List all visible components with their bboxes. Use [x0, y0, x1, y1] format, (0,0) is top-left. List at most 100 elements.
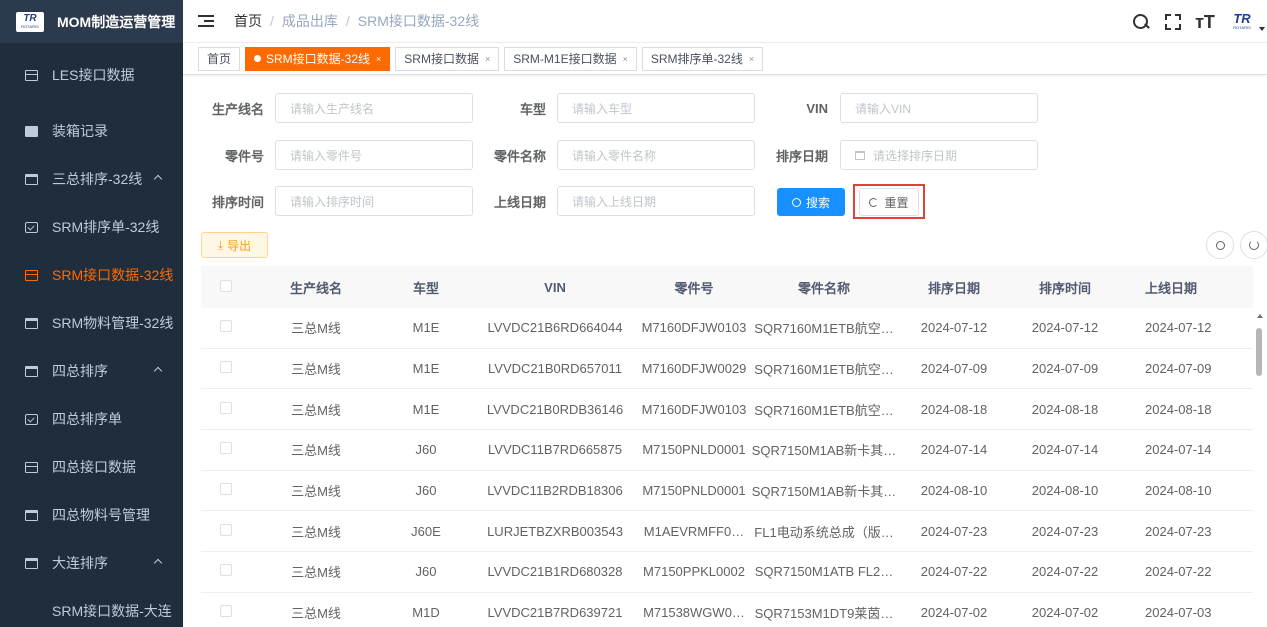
sidebar-item-sizong-material[interactable]: 四总物料号管理	[0, 491, 183, 539]
cell-line: 三总M线	[291, 443, 341, 459]
table-row[interactable]: 三总M线 J60 LVVDC11B2RDB18306 M7150PNLD0001 SQR…	[201, 471, 1253, 512]
scroll-up-icon[interactable]	[1257, 314, 1263, 318]
close-icon[interactable]: ×	[376, 54, 381, 64]
reset-button[interactable]: 重置	[859, 188, 919, 216]
navbar: 首页 / 成品出库 / SRM接口数据-32线 ᴛT TR ROTARIS	[183, 0, 1267, 43]
table-row[interactable]: 三总M线 M1E LVVDC21B0RD657011 M7160DFJW0029 SQR…	[201, 349, 1253, 390]
close-icon[interactable]: ×	[749, 54, 754, 64]
fullscreen-icon[interactable]	[1163, 12, 1183, 32]
col-header-online-date[interactable]: 上线日期	[1121, 278, 1253, 297]
text-size-icon[interactable]: ᴛT	[1195, 12, 1215, 32]
col-header-part-no[interactable]: 零件号	[639, 278, 749, 297]
part-no-input[interactable]: 请输入零件号	[275, 140, 473, 170]
sidebar-item-label: 装箱记录	[52, 123, 108, 139]
cell-online-date: 2024-07-03	[1145, 605, 1212, 621]
sort-time-input[interactable]: 请输入排序时间	[275, 186, 473, 216]
sidebar-item-sizong-interface[interactable]: 四总接口数据	[0, 443, 183, 491]
table-row[interactable]: 三总M线 M1E LVVDC21B6RD664044 M7160DFJW0103 SQR…	[201, 308, 1253, 349]
search-icon[interactable]	[1131, 12, 1151, 32]
sidebar-item-label: 三总排序-32线	[52, 171, 143, 187]
sidebar-item-sizong-sort-order[interactable]: 四总排序单	[0, 395, 183, 443]
row-checkbox[interactable]	[220, 361, 232, 374]
select-all-checkbox[interactable]	[220, 279, 232, 292]
cell-line: 三总M线	[291, 484, 341, 500]
cell-sort-time: 2024-07-09	[1031, 361, 1099, 377]
close-icon[interactable]: ×	[485, 54, 490, 64]
caret-down-icon[interactable]	[1259, 26, 1265, 31]
cell-part-name: SQR7150M1ATB FL2…	[754, 564, 894, 580]
sidebar-item-sanzong-sort[interactable]: 三总排序-32线	[0, 155, 183, 203]
col-header-part-name[interactable]: 零件名称	[749, 278, 899, 297]
line-name-input[interactable]: 请输入生产线名	[275, 93, 473, 123]
row-checkbox[interactable]	[220, 401, 232, 414]
field-part-name: 零件名称 请输入零件名称	[473, 140, 755, 170]
table-row[interactable]: 三总M线 J60 LVVDC21B1RD680328 M7150PPKL0002 SQR…	[201, 552, 1253, 593]
scrollbar-thumb[interactable]	[1256, 328, 1262, 376]
breadcrumb-separator: /	[345, 13, 350, 29]
cell-online-date: 2024-07-23	[1145, 523, 1212, 539]
export-button-label: 导出	[227, 238, 252, 253]
sidebar-item-sizong-sort[interactable]: 四总排序	[0, 347, 183, 395]
sidebar-item-srm-interface-data[interactable]: SRM接口数据-32线	[0, 251, 183, 299]
row-checkbox[interactable]	[220, 523, 232, 536]
sort-date-placeholder: 请选择排序日期	[873, 148, 958, 163]
hamburger-icon[interactable]	[198, 15, 214, 27]
sidebar-item-label: SRM接口数据-大连	[52, 603, 172, 619]
cell-vin: LVVDC21B0RDB36146	[486, 401, 624, 417]
export-button[interactable]: ⤓ 导出	[201, 232, 268, 258]
search-button[interactable]: 搜索	[777, 188, 845, 216]
table-row[interactable]: 三总M线 J60 LVVDC11B7RD665875 M7150PNLD0001 SQR…	[201, 430, 1253, 471]
cell-sort-date: 2024-08-10	[920, 483, 988, 499]
sidebar-item-srm-sort-order[interactable]: SRM排序单-32线	[0, 203, 183, 251]
table-row[interactable]: 三总M线 M1D LVVDC21B7RD639721 M71538WGW0… SQR71…	[201, 593, 1253, 627]
cell-sort-time: 2024-07-22	[1031, 564, 1099, 580]
model-input[interactable]: 请输入车型	[557, 93, 755, 123]
logo: TR ROTARIS	[16, 11, 44, 32]
toggle-search-button[interactable]	[1206, 231, 1234, 259]
row-checkbox[interactable]	[220, 320, 232, 333]
tag-home[interactable]: 首页	[198, 46, 241, 71]
cell-vin: LVVDC21B0RD657011	[488, 361, 622, 377]
grid-icon	[25, 461, 38, 473]
col-header-line[interactable]: 生产线名	[251, 278, 381, 297]
col-header-sort-time[interactable]: 排序时间	[1009, 278, 1121, 297]
checkbox-icon	[25, 221, 38, 233]
part-name-input[interactable]: 请输入零件名称	[557, 140, 755, 170]
select-all-cell	[201, 279, 251, 295]
vin-input[interactable]: 请输入VIN	[840, 93, 1038, 123]
sidebar-item-srm-interface-dalian[interactable]: SRM接口数据-大连	[0, 587, 183, 627]
sort-date-picker[interactable]: 请选择排序日期	[840, 140, 1038, 170]
table-row[interactable]: 三总M线 J60E LURJETBZXRB003543 M1AEVRMFF0… FL1电…	[201, 511, 1253, 553]
sidebar-item-packing-record[interactable]: 装箱记录	[0, 107, 183, 155]
breadcrumb-home[interactable]: 首页	[234, 11, 262, 31]
row-checkbox[interactable]	[220, 483, 232, 496]
breadcrumb: 首页 / 成品出库 / SRM接口数据-32线	[234, 11, 479, 31]
table-header: 生产线名 车型 VIN 零件号 零件名称 排序日期 排序时间 上线日期	[201, 266, 1253, 308]
cell-model: M1D	[412, 605, 440, 621]
col-header-model[interactable]: 车型	[381, 278, 471, 297]
tag-srm-m1e-interface[interactable]: SRM-M1E接口数据 ×	[504, 46, 637, 71]
col-header-sort-date[interactable]: 排序日期	[899, 278, 1009, 297]
tag-srm-interface-32[interactable]: SRM接口数据-32线 ×	[245, 46, 391, 71]
row-checkbox[interactable]	[220, 605, 232, 618]
table-row[interactable]: 三总M线 M1E LVVDC21B0RDB36146 M7160DFJW0103 SQR…	[201, 389, 1253, 431]
tag-srm-interface[interactable]: SRM接口数据 ×	[395, 46, 500, 71]
cell-model: M1E	[412, 361, 440, 377]
sidebar-item-srm-material[interactable]: SRM物料管理-32线	[0, 299, 183, 347]
refresh-table-button[interactable]	[1240, 231, 1267, 259]
sort-time-label: 排序时间	[211, 194, 264, 210]
cell-model: J60	[415, 564, 437, 580]
tag-srm-sort-order-32[interactable]: SRM排序单-32线 ×	[641, 46, 764, 71]
close-icon[interactable]: ×	[623, 54, 628, 64]
row-checkbox[interactable]	[220, 442, 232, 455]
col-header-vin[interactable]: VIN	[471, 280, 639, 295]
row-checkbox[interactable]	[220, 564, 232, 577]
brand[interactable]: TR ROTARIS MOM制造运营管理	[0, 0, 183, 43]
field-sort-time: 排序时间 请输入排序时间	[183, 186, 473, 216]
sidebar-item-dalian-sort[interactable]: 大连排序	[0, 539, 183, 587]
sidebar-item-les-interface[interactable]: LES接口数据	[0, 43, 183, 107]
reset-button-label: 重置	[884, 195, 909, 210]
tag-label: SRM接口数据	[404, 52, 479, 66]
avatar[interactable]: TR ROTARIS	[1227, 9, 1257, 35]
online-date-input[interactable]: 请输入上线日期	[557, 186, 755, 216]
